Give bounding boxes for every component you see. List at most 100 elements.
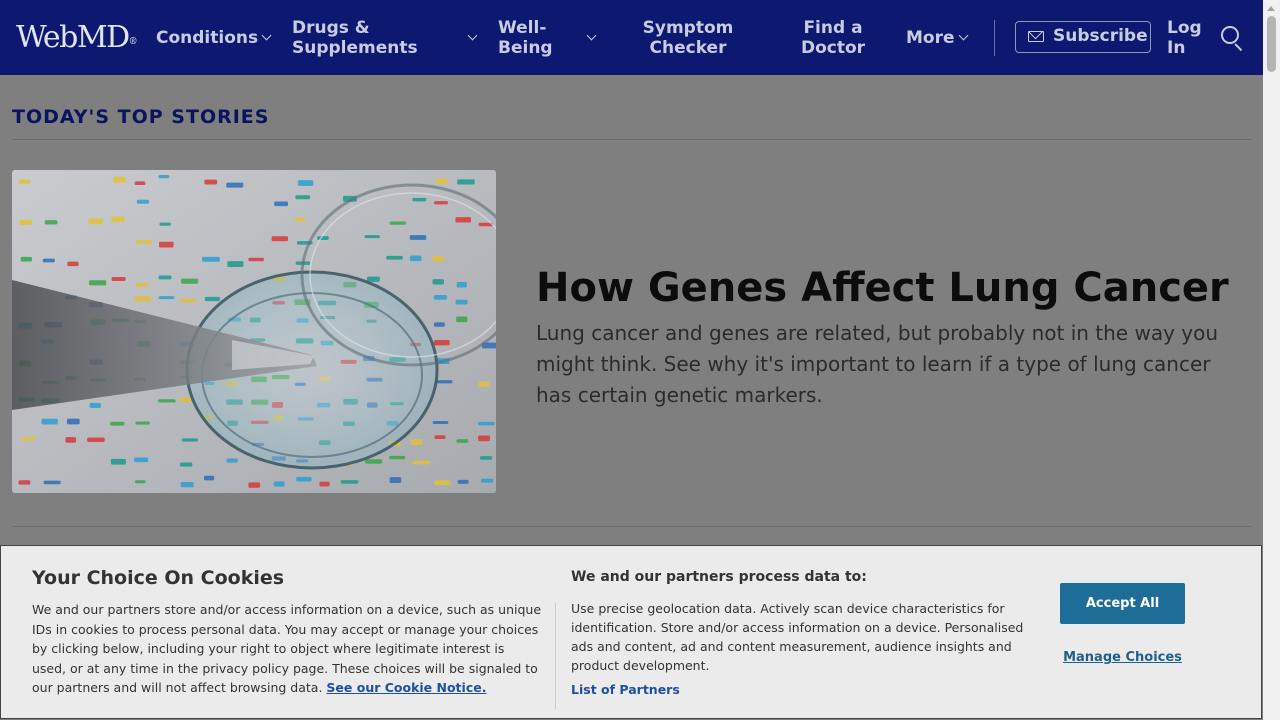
gel-band — [158, 296, 175, 300]
gel-band — [112, 176, 126, 183]
cookie-divider — [555, 603, 556, 709]
logo-text: WebMD — [16, 20, 130, 55]
story-image[interactable] — [12, 170, 496, 493]
nav-divider — [994, 20, 995, 56]
gel-band — [456, 316, 468, 323]
gel-band — [42, 258, 55, 263]
search-icon-ring — [1221, 26, 1239, 44]
gel-band — [110, 458, 126, 465]
subscribe-label: Subscribe — [1053, 26, 1148, 46]
chevron-down-icon — [261, 30, 272, 41]
list-of-partners-link[interactable]: List of Partners — [571, 682, 680, 697]
login-link[interactable]: Log In — [1167, 18, 1207, 58]
scroll-up-arrow-icon[interactable] — [1267, 6, 1275, 11]
gel-band — [158, 399, 176, 403]
gel-band — [274, 201, 288, 207]
gel-band — [433, 295, 447, 300]
cookie-notice-link[interactable]: See our Cookie Notice. — [326, 680, 486, 695]
subscribe-button[interactable]: Subscribe — [1015, 21, 1151, 53]
gel-band — [294, 217, 306, 222]
dna-gel-petri-dish-image — [12, 170, 496, 493]
scroll-thumb[interactable] — [1267, 16, 1276, 72]
gel-band — [297, 180, 314, 186]
search-icon[interactable] — [1221, 26, 1243, 52]
manage-choices-link[interactable]: Manage Choices — [1060, 650, 1185, 665]
gel-band — [480, 478, 494, 483]
gel-band — [89, 402, 101, 408]
gel-band — [65, 437, 77, 443]
process-description: Use precise geolocation data. Actively s… — [571, 601, 1024, 673]
gel-band — [248, 482, 261, 488]
gel-band — [389, 221, 407, 225]
mail-icon — [1028, 31, 1044, 42]
page-scrollbar[interactable] — [1263, 0, 1280, 720]
gel-band — [226, 458, 238, 463]
gel-band — [433, 322, 445, 327]
nav-well-being[interactable]: Well-Being — [498, 18, 558, 58]
cookie-title: Your Choice On Cookies — [32, 567, 285, 589]
gel-band — [366, 276, 380, 282]
nav-drugs-label: Drugs & Supplements — [292, 18, 418, 58]
gel-band — [364, 235, 380, 239]
gel-band — [457, 479, 469, 484]
gel-band — [271, 236, 289, 242]
gel-band — [134, 480, 146, 484]
gel-band — [179, 462, 193, 467]
gel-band — [386, 255, 403, 260]
gel-band — [340, 480, 359, 484]
gel-band — [111, 216, 125, 223]
gel-band — [66, 418, 80, 425]
gel-band — [409, 235, 427, 240]
section-divider — [12, 139, 1252, 140]
gel-band — [180, 298, 197, 303]
cookie-consent-banner: Your Choice On Cookies We and our partne… — [0, 545, 1262, 719]
gel-band — [181, 278, 199, 284]
nav-symptom-checker[interactable]: Symptom Checker — [630, 18, 746, 58]
nav-find-doctor-label: Find a Doctor — [800, 18, 866, 58]
gel-band — [44, 220, 58, 225]
gel-band — [479, 456, 493, 460]
gel-band — [21, 436, 36, 441]
nav-more[interactable]: More — [906, 28, 955, 48]
gel-band — [411, 439, 423, 446]
gel-band — [181, 438, 198, 442]
gel-band — [204, 179, 218, 185]
chevron-down-icon — [467, 30, 478, 41]
webmd-logo[interactable]: WebMD® — [16, 20, 138, 56]
gel-band — [365, 459, 383, 464]
story-headline[interactable]: How Genes Affect Lung Cancer — [536, 264, 1229, 312]
gel-band — [88, 218, 103, 225]
gel-band — [432, 256, 445, 262]
gel-band — [295, 195, 311, 200]
registered-mark: ® — [128, 37, 138, 47]
nav-symptom-label: Symptom Checker — [642, 18, 734, 58]
story-divider — [12, 526, 1252, 527]
nav-find-doctor[interactable]: Find a Doctor — [788, 18, 878, 58]
search-icon-handle — [1234, 43, 1243, 52]
cookie-description: We and our partners store and/or access … — [32, 600, 542, 698]
gel-band — [202, 256, 220, 262]
gel-band — [19, 219, 32, 226]
gel-band — [134, 295, 152, 302]
gel-band — [133, 457, 149, 463]
nav-drugs-supplements[interactable]: Drugs & Supplements — [292, 18, 432, 58]
gel-band — [478, 421, 495, 426]
gel-band — [159, 222, 171, 226]
gel-band — [158, 175, 170, 179]
nav-conditions[interactable]: Conditions — [156, 28, 258, 48]
gel-band — [433, 201, 448, 205]
gel-band — [412, 197, 427, 202]
gel-band — [226, 182, 244, 188]
gel-band — [227, 261, 244, 267]
accept-all-button[interactable]: Accept All — [1060, 583, 1185, 624]
chevron-down-icon — [586, 30, 597, 41]
gel-band — [43, 480, 61, 485]
gel-band — [296, 476, 312, 482]
section-title: TODAY'S TOP STORIES — [12, 106, 270, 128]
gel-band — [158, 275, 172, 280]
gel-band — [18, 179, 31, 184]
gel-band — [203, 475, 215, 481]
gel-band — [248, 257, 264, 262]
gel-band — [134, 181, 146, 186]
gel-band — [136, 239, 152, 244]
